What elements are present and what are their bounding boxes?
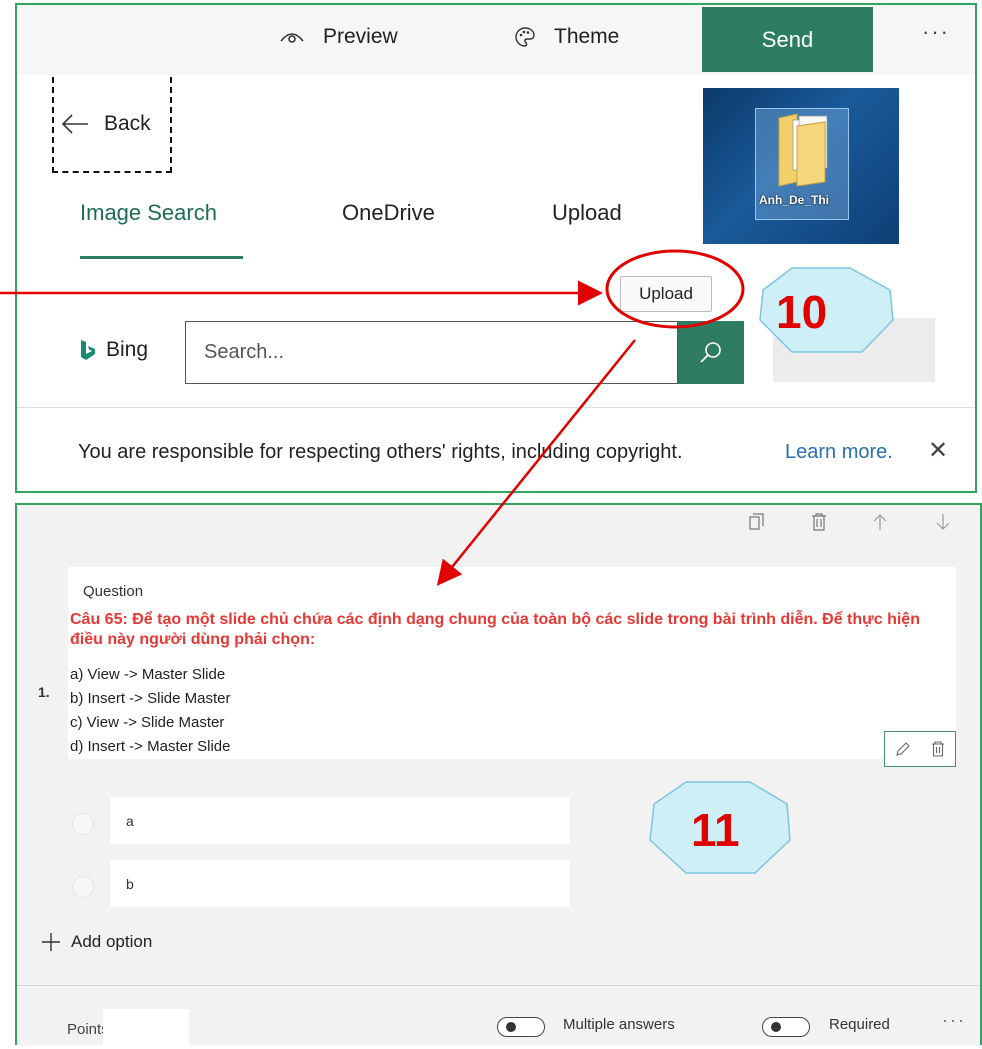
step-10-number: 10 bbox=[776, 286, 828, 338]
step-11-number: 11 bbox=[691, 804, 740, 856]
annotation-layer bbox=[0, 249, 894, 874]
annotation-arrow-to-question bbox=[436, 339, 636, 586]
annotation-circle-upload bbox=[605, 249, 745, 329]
